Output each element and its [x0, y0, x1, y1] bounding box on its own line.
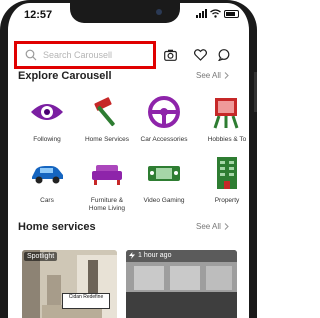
app-screen: 12:57 Search Carousell Explore Carousell… [8, 3, 249, 318]
status-bar: 12:57 [8, 3, 249, 25]
chevron-right-icon [224, 72, 229, 79]
heart-icon[interactable] [194, 49, 207, 61]
front-camera-dot [156, 9, 162, 15]
wifi-icon [210, 9, 221, 18]
category-label: Home Services [84, 136, 130, 143]
home-services-see-all[interactable]: See All [196, 222, 229, 231]
hammer-icon [94, 97, 115, 127]
search-icon [25, 49, 37, 61]
category-label: Hobbies & To [207, 136, 247, 143]
eye-icon [31, 104, 63, 120]
steering-wheel-icon [148, 96, 180, 128]
explore-title: Explore Carousell [18, 70, 112, 82]
easel-icon [213, 98, 239, 129]
listing-photo [126, 250, 237, 318]
status-time: 12:57 [24, 9, 53, 21]
category-label: Video Gaming [143, 197, 185, 204]
battery-icon [224, 9, 239, 18]
category-label: Car Accessories [140, 136, 188, 143]
signal-icon [196, 9, 207, 18]
category-video-gaming[interactable]: Video Gaming [138, 153, 190, 205]
game-console-icon [148, 166, 180, 181]
car-icon [32, 166, 63, 184]
see-all-label: See All [196, 71, 221, 80]
time-badge: 1 hour ago [128, 252, 171, 259]
category-following[interactable]: Following [21, 92, 73, 144]
spotlight-badge: Spotlight [24, 252, 58, 261]
status-icons [196, 9, 239, 18]
camera-icon[interactable] [164, 49, 177, 61]
explore-see-all[interactable]: See All [196, 71, 229, 80]
listing-card-2[interactable]: 1 hour ago [126, 250, 237, 318]
building-icon [217, 157, 237, 189]
category-label: Furniture & Home Living [88, 197, 126, 212]
time-badge-label: 1 hour ago [138, 252, 172, 259]
phone-notch [70, 3, 180, 23]
chat-icon[interactable] [218, 49, 230, 61]
category-home-services[interactable]: Home Services [81, 92, 133, 144]
search-input[interactable]: Search Carousell [14, 41, 156, 69]
category-label: Cars [40, 197, 54, 204]
category-label: Property [214, 197, 240, 204]
category-furniture[interactable]: Furniture & Home Living [81, 153, 133, 213]
lightning-icon [129, 252, 135, 259]
category-car-accessories[interactable]: Car Accessories [138, 92, 190, 144]
category-cars[interactable]: Cars [21, 153, 73, 205]
category-hobbies[interactable]: Hobbies & To [201, 92, 249, 144]
listing-logo: Cidan Redefine [62, 293, 110, 309]
listing-card-1[interactable]: Spotlight Cidan Redefine [22, 250, 117, 318]
category-label: Following [33, 136, 61, 143]
home-services-title: Home services [18, 221, 96, 233]
chevron-right-icon [224, 223, 229, 230]
search-placeholder: Search Carousell [43, 50, 113, 60]
category-property[interactable]: Property [201, 153, 249, 205]
sofa-icon [92, 165, 122, 185]
phone-side-button [254, 72, 257, 112]
see-all-label: See All [196, 222, 221, 231]
